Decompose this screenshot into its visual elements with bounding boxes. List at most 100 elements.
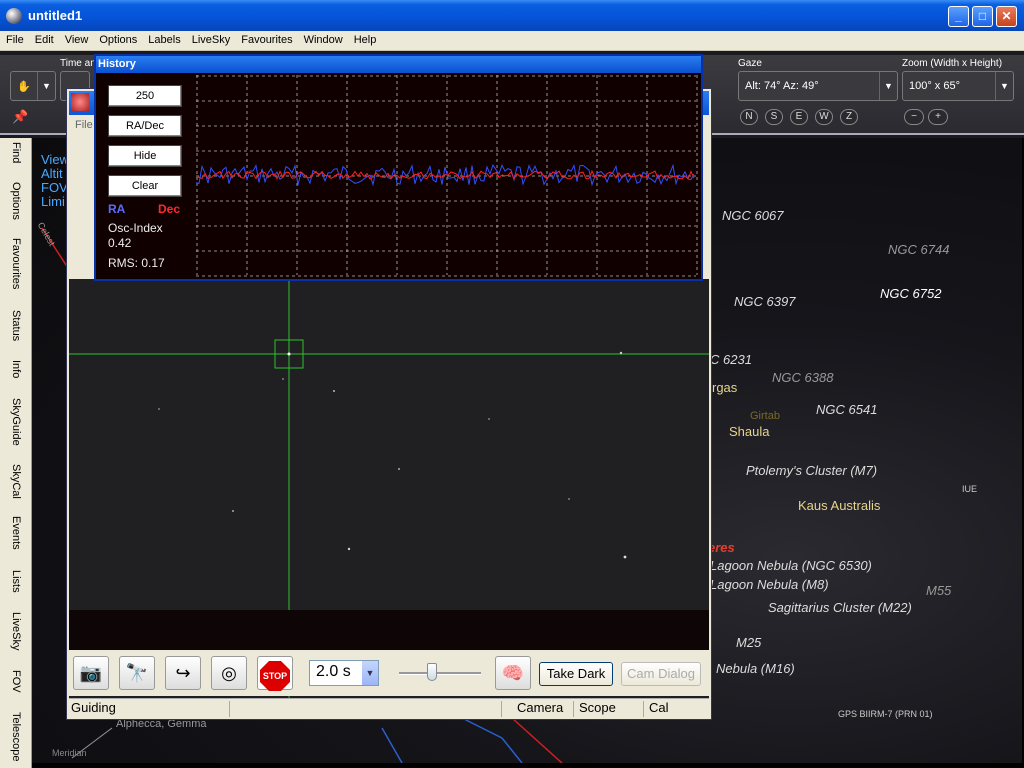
gaze-label: Gaze xyxy=(738,58,762,69)
clear-button[interactable]: Clear xyxy=(108,175,182,197)
sky-label[interactable]: NGC 6397 xyxy=(734,294,795,309)
sky-label[interactable]: NGC 6752 xyxy=(880,286,941,301)
loop-icon[interactable]: ↪ xyxy=(165,656,201,690)
sky-label[interactable]: M55 xyxy=(926,583,951,598)
compass-n-button[interactable]: N xyxy=(740,109,758,125)
compass-z-button[interactable]: Z xyxy=(840,109,858,125)
dec-legend: Dec xyxy=(158,202,181,216)
zoom-dropdown[interactable]: 100° x 65° ▼ xyxy=(902,71,1014,101)
rms-value: RMS: 0.17 xyxy=(108,256,165,270)
history-title[interactable]: History xyxy=(96,56,701,73)
ra-dec-button[interactable]: RA/Dec xyxy=(108,115,182,137)
sky-label[interactable]: GPS BIIRM-7 (PRN 01) xyxy=(838,709,933,719)
compass-e-button[interactable]: E xyxy=(790,109,808,125)
minimize-button[interactable]: _ xyxy=(948,6,969,27)
camera-icon[interactable]: 📷 xyxy=(73,656,109,690)
compass-s-button[interactable]: S xyxy=(765,109,783,125)
tab-lists[interactable]: Lists xyxy=(10,570,22,593)
tab-find[interactable]: Find xyxy=(10,142,22,163)
guiding-controls: 📷 🔭 ↪ ◎ STOP 2.0 s ▼ 🧠 Take Dark Cam Dial… xyxy=(69,650,709,696)
hide-button[interactable]: Hide xyxy=(108,145,182,167)
sky-label[interactable]: IUE xyxy=(962,484,977,494)
tab-skyguide[interactable]: SkyGuide xyxy=(10,398,22,446)
menu-options[interactable]: Options xyxy=(93,31,142,46)
guiding-status-bar: Guiding Camera Scope Cal xyxy=(69,698,709,718)
tab-events[interactable]: Events xyxy=(10,516,22,550)
status-divider xyxy=(501,701,502,717)
sky-label[interactable]: M25 xyxy=(736,635,761,650)
slider-thumb[interactable] xyxy=(427,663,437,681)
sky-label[interactable]: NGC 6541 xyxy=(816,402,877,417)
sky-label[interactable]: Shaula xyxy=(729,424,769,439)
window-title: untitled1 xyxy=(28,8,83,23)
camera-view-footer xyxy=(69,610,709,650)
status-cal: Cal xyxy=(649,700,669,715)
time-label: Time an xyxy=(60,58,96,69)
close-button[interactable]: ✕ xyxy=(996,6,1017,27)
menu-window[interactable]: Window xyxy=(298,31,348,46)
cam-dialog-button[interactable]: Cam Dialog xyxy=(621,662,701,686)
ra-legend: RA xyxy=(108,202,126,216)
tab-options[interactable]: Options xyxy=(10,182,22,220)
tab-skycal[interactable]: SkyCal xyxy=(10,464,22,499)
chevron-down-icon: ▼ xyxy=(995,72,1013,100)
sky-label[interactable]: NGC 6067 xyxy=(722,208,783,223)
sky-label[interactable]: Nebula (M16) xyxy=(716,661,795,676)
stop-button[interactable]: STOP xyxy=(257,656,293,691)
menu-file[interactable]: File xyxy=(0,31,29,46)
compass-w-button[interactable]: W xyxy=(815,109,833,125)
sky-label[interactable]: C 6231 xyxy=(710,352,752,367)
menu-labels[interactable]: Labels xyxy=(142,31,185,46)
guide-icon[interactable]: ◎ xyxy=(211,656,247,690)
maximize-button[interactable]: □ xyxy=(972,6,993,27)
zoom-in-button[interactable]: + xyxy=(928,109,948,125)
take-dark-button[interactable]: Take Dark xyxy=(539,662,613,686)
zoom-label: Zoom (Width x Height) xyxy=(902,58,1003,69)
sky-label[interactable]: Lagoon Nebula (NGC 6530) xyxy=(710,558,872,573)
length-button[interactable]: 250 xyxy=(108,85,182,107)
sky-label[interactable]: Sagittarius Cluster (M22) xyxy=(768,600,912,615)
tab-status[interactable]: Status xyxy=(10,310,22,341)
stop-icon: STOP xyxy=(260,661,290,691)
fov-info: FOV xyxy=(41,180,68,195)
limit-info: Limi xyxy=(41,194,65,209)
gaze-value: Alt: 74° Az: 49° xyxy=(745,80,819,92)
history-graph xyxy=(196,75,698,277)
tab-favourites[interactable]: Favourites xyxy=(10,238,22,289)
gamma-slider[interactable] xyxy=(399,663,481,681)
sky-label[interactable]: rgas xyxy=(712,380,737,395)
sky-label[interactable]: Girtab xyxy=(750,410,780,422)
status-scope: Scope xyxy=(579,700,616,715)
status-camera: Camera xyxy=(517,700,564,715)
chevron-down-icon: ▼ xyxy=(879,72,897,100)
gaze-dropdown[interactable]: Alt: 74° Az: 49° ▼ xyxy=(738,71,898,101)
sky-label[interactable]: NGC 6388 xyxy=(772,370,833,385)
sky-label[interactable]: Lagoon Nebula (M8) xyxy=(710,577,829,592)
tab-telescope[interactable]: Telescope xyxy=(10,712,22,762)
sky-label[interactable]: NGC 6744 xyxy=(888,242,949,257)
menu-edit[interactable]: Edit xyxy=(29,31,59,46)
altitude-info: Altit xyxy=(41,166,63,181)
menu-favourites[interactable]: Favourites xyxy=(235,31,297,46)
chevron-down-icon: ▼ xyxy=(362,661,378,685)
sky-label[interactable]: eres xyxy=(708,540,735,555)
meridian-label: Meridian xyxy=(52,748,87,758)
sky-label[interactable]: Ptolemy's Cluster (M7) xyxy=(746,463,877,478)
zoom-value: 100° x 65° xyxy=(909,80,960,92)
tab-info[interactable]: Info xyxy=(10,360,22,378)
tab-fov[interactable]: FOV xyxy=(10,670,22,693)
telescope-icon[interactable]: 🔭 xyxy=(119,656,155,690)
menu-livesky[interactable]: LiveSky xyxy=(186,31,236,46)
title-bar: untitled1 _ □ ✕ xyxy=(0,0,1024,31)
hand-tool-dropdown[interactable]: ✋ ▼ xyxy=(10,71,56,101)
pin-icon[interactable]: 📌 xyxy=(12,109,28,125)
sky-label[interactable]: Kaus Australis xyxy=(798,498,880,513)
exposure-select[interactable]: 2.0 s ▼ xyxy=(309,660,379,686)
osc-index-value: 0.42 xyxy=(108,236,132,250)
menu-help[interactable]: Help xyxy=(348,31,382,46)
brain-icon[interactable]: 🧠 xyxy=(495,656,531,690)
tab-livesky[interactable]: LiveSky xyxy=(10,612,22,651)
menu-view[interactable]: View xyxy=(59,31,94,46)
zoom-out-button[interactable]: − xyxy=(904,109,924,125)
app-icon xyxy=(6,8,22,24)
